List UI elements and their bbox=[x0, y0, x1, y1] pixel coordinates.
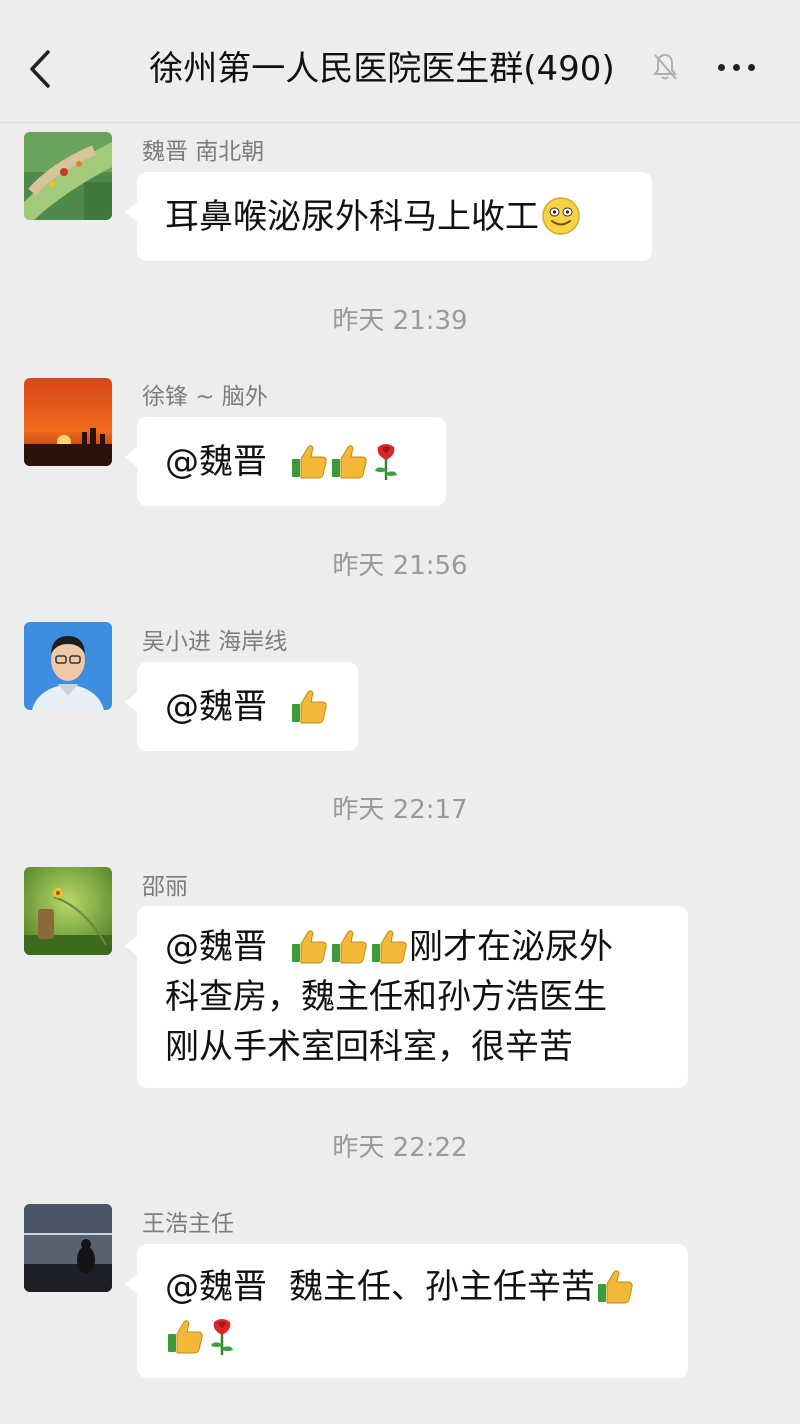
sender-name: 徐锋 ~ 脑外 bbox=[142, 384, 268, 410]
sender-name: 邵丽 bbox=[142, 874, 188, 900]
message-text: 刚才在泌尿外 bbox=[409, 927, 613, 967]
thumbs-up-emoji bbox=[168, 1319, 203, 1353]
rose-emoji bbox=[375, 443, 397, 480]
message-text: 刚从手术室回科室，很辛苦 bbox=[165, 1027, 573, 1067]
timestamp: 昨天 22:22 bbox=[332, 1133, 468, 1163]
message-bubble[interactable]: @魏晋 bbox=[125, 417, 446, 506]
thumbs-up-emoji bbox=[332, 929, 367, 963]
thumbs-up-emoji bbox=[292, 444, 327, 478]
timestamp: 昨天 22:17 bbox=[332, 795, 468, 825]
avatar-weijin[interactable] bbox=[24, 132, 112, 220]
more-button[interactable] bbox=[712, 54, 760, 82]
avatar-wuxiaojin[interactable] bbox=[24, 622, 112, 710]
mention-text: @魏晋 bbox=[165, 442, 267, 482]
thumbs-up-emoji bbox=[332, 444, 367, 478]
thumbs-up-emoji bbox=[292, 929, 327, 963]
timestamp: 昨天 21:39 bbox=[332, 306, 468, 336]
ellipsis-dot bbox=[748, 64, 755, 71]
ellipsis-dot bbox=[733, 64, 740, 71]
message-text: 科查房，魏主任和孙方浩医生 bbox=[165, 977, 607, 1017]
message-text: 耳鼻喉泌尿外科马上收工 bbox=[165, 197, 539, 237]
smile-emoji bbox=[542, 196, 580, 235]
timestamp: 昨天 21:56 bbox=[332, 551, 468, 581]
message-bubble[interactable]: @魏晋 魏主任、孙主任辛苦 bbox=[125, 1244, 688, 1378]
thumbs-up-emoji bbox=[292, 689, 327, 723]
chat-header: 徐州第一人民医院医生群(490) bbox=[0, 0, 800, 123]
avatar-wanghao[interactable] bbox=[24, 1204, 112, 1292]
thumbs-up-emoji bbox=[598, 1269, 633, 1303]
sender-name: 吴小进 海岸线 bbox=[142, 629, 288, 655]
message-bubble[interactable]: @魏晋 刚才在泌尿外 科查房，魏主任和孙方浩医生 刚从手术室回科室，很辛苦 bbox=[125, 906, 688, 1088]
ellipsis-icon bbox=[718, 64, 725, 71]
back-button[interactable] bbox=[22, 46, 62, 92]
chat-title[interactable]: 徐州第一人民医院医生群(490) bbox=[112, 45, 652, 93]
mention-text: @魏晋 bbox=[165, 687, 267, 727]
mention-text: @魏晋 bbox=[165, 927, 267, 967]
message-bubble[interactable]: 耳鼻喉泌尿外科马上收工 bbox=[125, 172, 652, 261]
sender-name: 魏晋 南北朝 bbox=[142, 139, 265, 165]
chevron-left-icon bbox=[30, 50, 50, 88]
avatar-xufeng[interactable] bbox=[24, 378, 112, 466]
rose-emoji bbox=[211, 1318, 233, 1355]
sender-name: 王浩主任 bbox=[142, 1211, 234, 1237]
avatar-shaoli[interactable] bbox=[24, 867, 112, 955]
bell-muted-icon bbox=[652, 52, 678, 82]
thumbs-up-emoji bbox=[372, 929, 407, 963]
mention-text: @魏晋 bbox=[165, 1267, 267, 1307]
message-bubble[interactable]: @魏晋 bbox=[125, 662, 358, 751]
message-text: 魏主任、孙主任辛苦 bbox=[289, 1267, 595, 1307]
